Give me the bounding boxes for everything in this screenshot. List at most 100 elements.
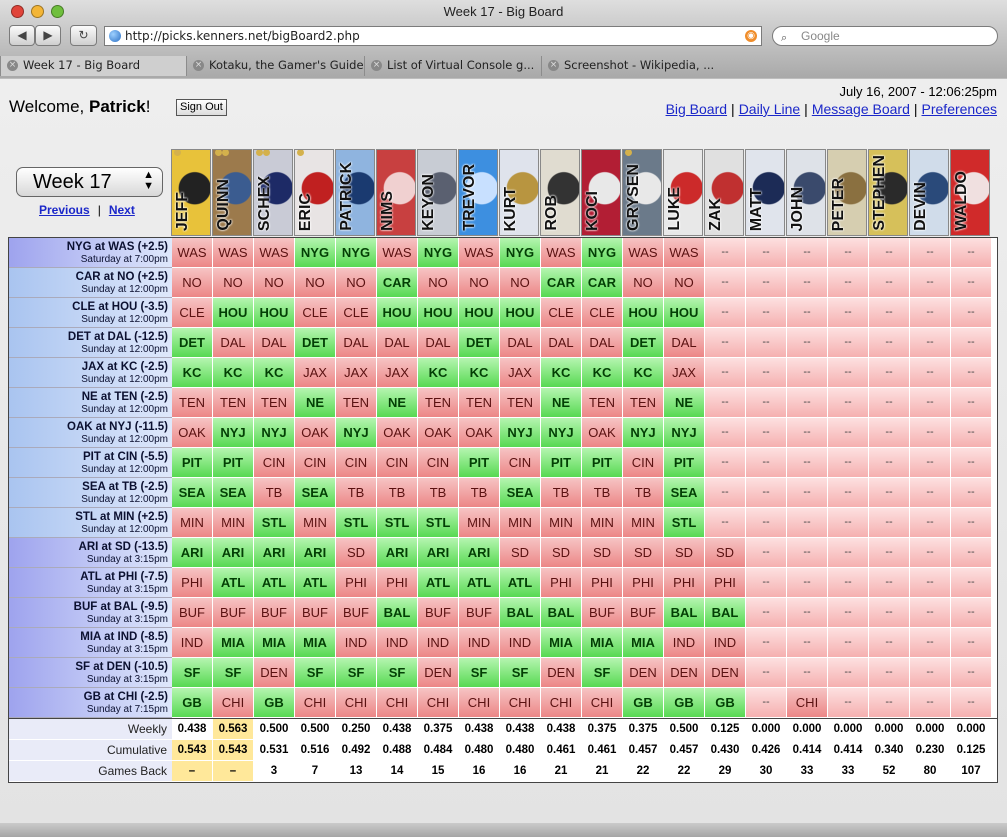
search-input[interactable]: ⌕ Google [772,26,998,46]
pick-cell: HOU [254,298,294,327]
pick-cell: CIN [418,448,458,477]
player-header-luke[interactable]: LUKE [663,149,703,236]
pick-cell: -- [869,538,909,567]
pick-cell: CIN [336,448,376,477]
pick-cell: PHI [582,568,622,597]
player-header-nims[interactable]: NIMS [376,149,416,236]
nav-link-message-board[interactable]: Message Board [812,101,910,117]
games-back-cell: 33 [787,761,827,781]
pick-cell: CLE [336,298,376,327]
player-header-matt[interactable]: MATT [745,149,785,236]
pick-cell: -- [787,358,827,387]
nav-link-daily-line[interactable]: Daily Line [739,101,800,117]
pick-cell: PHI [336,568,376,597]
pick-cell: MIA [213,628,253,657]
badge-icon [263,150,270,156]
pick-cell: NYJ [213,418,253,447]
pick-cell: SF [377,658,417,687]
nav-link-big-board[interactable]: Big Board [666,101,727,117]
pick-cell: PIT [459,448,499,477]
player-header-koci[interactable]: KOCI [581,149,621,236]
matchup: NYG at WAS (+2.5) [66,241,168,253]
games-back-label: Games Back [9,761,172,781]
pick-cell: KC [418,358,458,387]
tab-3[interactable]: × Screenshot - Wikipedia, ... [541,56,725,76]
kickoff-time: Sunday at 7:15pm [86,704,168,715]
pick-cell: -- [787,388,827,417]
game-label: DET at DAL (-12.5) Sunday at 12:00pm [9,328,172,358]
close-tab-icon[interactable]: × [548,60,559,71]
back-button[interactable]: ◀ [9,25,35,46]
games-back-cell: 22 [664,761,704,781]
pick-cell: -- [746,628,786,657]
game-label: GB at CHI (-2.5) Sunday at 7:15pm [9,688,172,718]
player-header-devin[interactable]: DEVIN [909,149,949,236]
player-header-stephen[interactable]: STEPHEN [868,149,908,236]
pick-cell: -- [951,598,991,627]
pick-cell: SF [582,658,622,687]
week-select[interactable]: Week 17 ▲ ▼ [16,167,163,197]
pick-cell: DET [295,328,335,357]
pick-cell: TEN [254,388,294,417]
pick-cell: NYJ [500,418,540,447]
pick-cell: TB [418,478,458,507]
game-label: CLE at HOU (-3.5) Sunday at 12:00pm [9,298,172,328]
globe-icon [109,30,121,42]
player-header-kurt[interactable]: KURT [499,149,539,236]
player-header-peter[interactable]: PETER [827,149,867,236]
player-name: KURT [502,186,519,231]
next-week-link[interactable]: Next [109,203,135,217]
pick-cell: HOU [623,298,663,327]
previous-week-link[interactable]: Previous [39,203,90,217]
pick-cell: BUF [172,598,212,627]
game-label: ATL at PHI (-7.5) Sunday at 3:15pm [9,568,172,598]
player-header-keyon[interactable]: KEYON [417,149,457,236]
cumulative-score-cell: 0.457 [623,740,663,760]
pick-cell: NYG [295,238,335,267]
forward-button[interactable]: ▶ [35,25,61,46]
nav-link-preferences[interactable]: Preferences [922,101,997,117]
pick-cell: -- [951,328,991,357]
sign-out-button[interactable]: Sign Out [176,99,227,116]
game-label: CAR at NO (+2.5) Sunday at 12:00pm [9,268,172,298]
pick-cell: GB [623,688,663,717]
player-header-waldo[interactable]: WALDO [950,149,990,236]
pick-cell: CHI [377,688,417,717]
pick-cell: -- [910,268,950,297]
pick-cell: -- [869,328,909,357]
pick-cell: SF [295,658,335,687]
rss-icon[interactable]: ◉ [745,30,757,42]
pick-cell: -- [787,568,827,597]
player-name: WALDO [953,171,970,231]
close-tab-icon[interactable]: × [193,60,204,71]
pick-cell: -- [787,628,827,657]
tab-0[interactable]: × Week 17 - Big Board [0,56,186,76]
close-tab-icon[interactable]: × [7,60,18,71]
pick-cell: DEN [418,658,458,687]
pick-cell: GB [172,688,212,717]
player-header-schex[interactable]: SCHEX [253,149,293,236]
player-name: NIMS [379,191,396,231]
tab-1[interactable]: × Kotaku, the Gamer's Guide [186,56,364,76]
close-tab-icon[interactable]: × [371,60,382,71]
player-name: PATRICK [338,162,355,231]
player-header-eric[interactable]: ERIC [294,149,334,236]
pick-cell: BUF [459,598,499,627]
player-header-quinn[interactable]: QUINN [212,149,252,236]
games-back-cell: 80 [910,761,950,781]
player-header-jeff[interactable]: JEFF [171,149,211,236]
player-header-rob[interactable]: ROB [540,149,580,236]
player-header-patrick[interactable]: PATRICK [335,149,375,236]
player-header-john[interactable]: JOHN [786,149,826,236]
weekly-score-cell: 0.438 [459,719,499,739]
pick-cell: OAK [172,418,212,447]
player-header-trevor[interactable]: TREVOR [458,149,498,236]
pick-cell: STL [254,508,294,537]
tab-2[interactable]: × List of Virtual Console g... [364,56,541,76]
address-bar[interactable]: http://picks.kenners.net/bigBoard2.php ◉ [104,26,762,46]
pick-cell: -- [951,358,991,387]
player-header-grysen[interactable]: GRYSEN [622,149,662,236]
cumulative-score-cell: 0.531 [254,740,294,760]
player-header-zak[interactable]: ZAK [704,149,744,236]
reload-button[interactable]: ↻ [70,25,97,46]
